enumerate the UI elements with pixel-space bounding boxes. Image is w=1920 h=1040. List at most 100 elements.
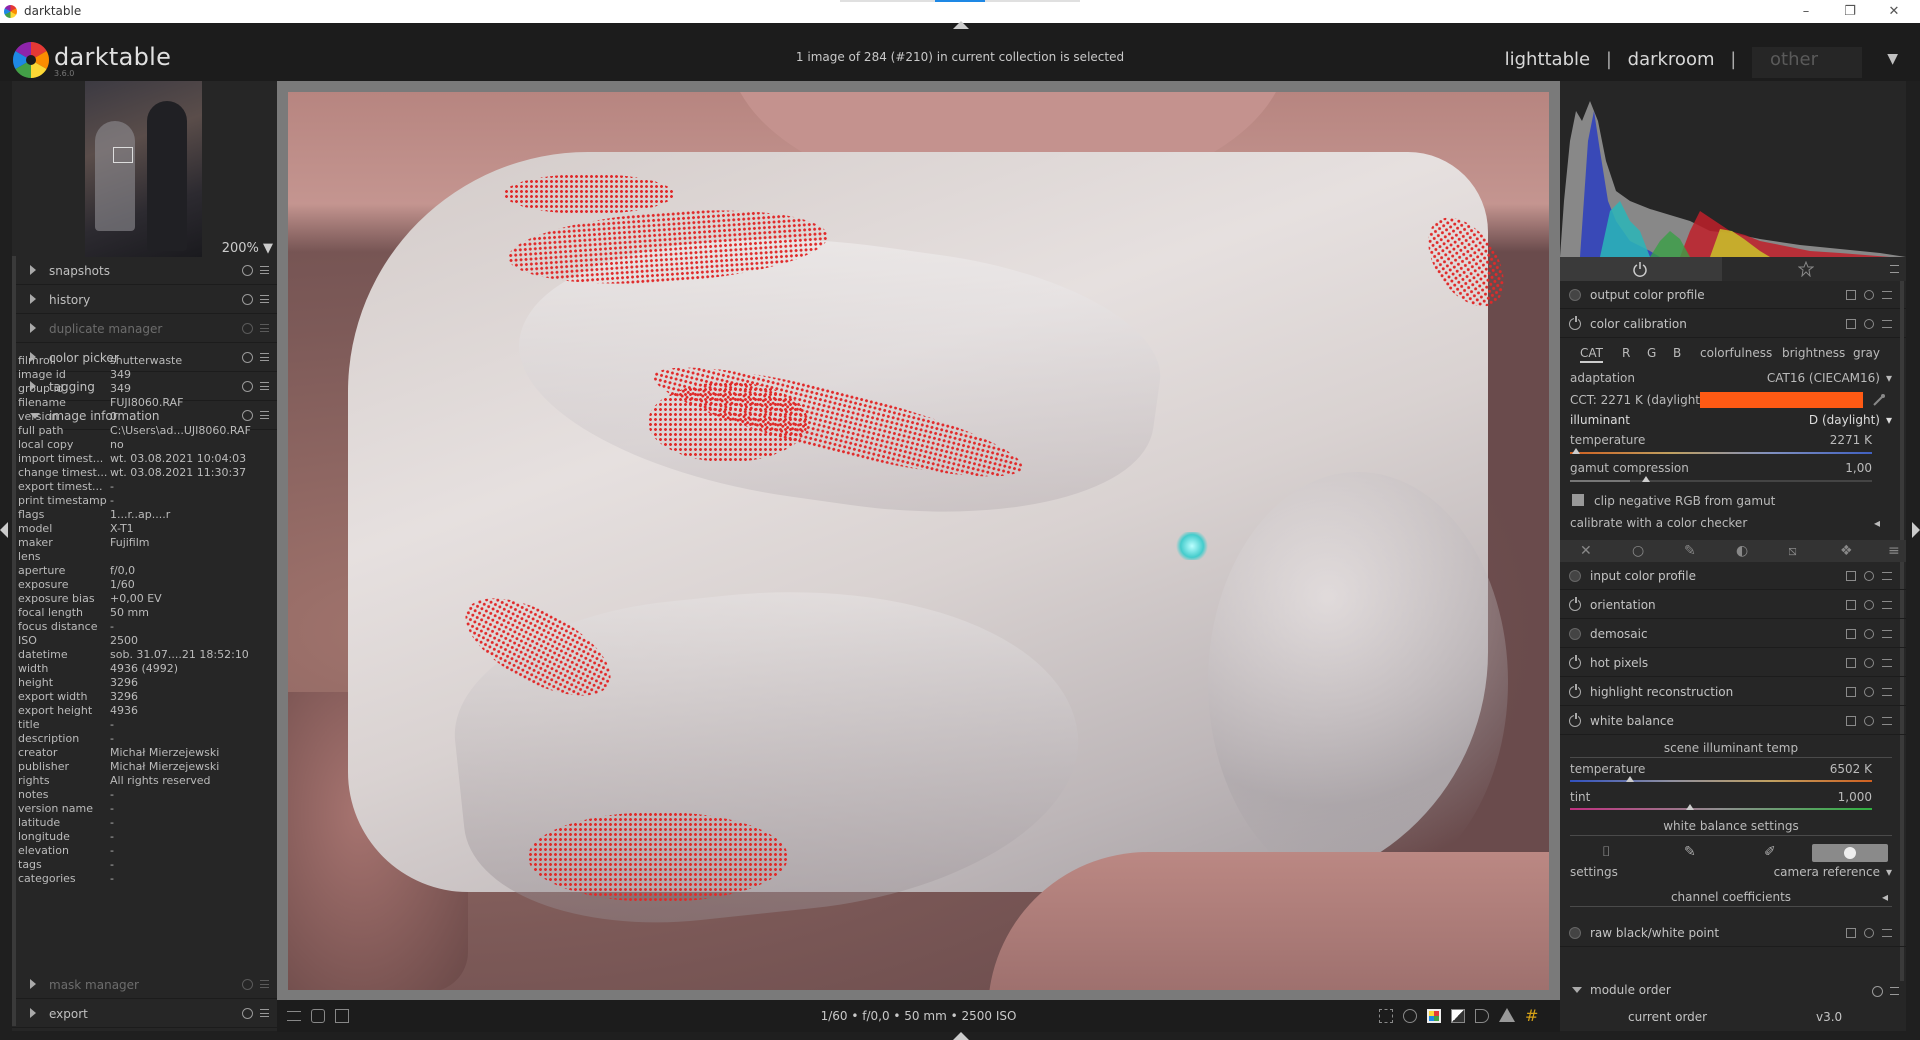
module-demosaic[interactable]: demosaic	[1560, 620, 1906, 648]
clip-negative-checkbox[interactable]	[1572, 494, 1584, 506]
reset-icon[interactable]	[1864, 716, 1874, 726]
wb-settings-row[interactable]: settings camera reference ▾	[1570, 865, 1892, 883]
reset-icon[interactable]	[1864, 658, 1874, 668]
blend-parametric-icon[interactable]: ◐	[1736, 543, 1748, 559]
gamut-compression-slider[interactable]	[1570, 476, 1872, 482]
presets-menu-icon[interactable]	[1890, 987, 1899, 995]
module-power-icon[interactable]	[1569, 289, 1581, 301]
tab-cat[interactable]: CAT	[1580, 346, 1603, 363]
module-output-color-profile[interactable]: output color profile	[1560, 281, 1906, 309]
tab-active-modules[interactable]	[1560, 257, 1722, 281]
reset-icon[interactable]	[242, 1008, 253, 1019]
multi-instance-icon[interactable]	[1846, 716, 1856, 726]
module-power-icon[interactable]	[1569, 570, 1581, 582]
presets-menu-icon[interactable]	[260, 266, 269, 274]
presets-menu-icon[interactable]	[260, 295, 269, 303]
module-history[interactable]: history	[12, 286, 277, 314]
view-lighttable[interactable]: lighttable	[1505, 49, 1590, 70]
slider-knob[interactable]	[1572, 448, 1580, 454]
module-mask-manager[interactable]: mask manager	[12, 971, 277, 999]
tab-brightness[interactable]: brightness	[1782, 346, 1845, 360]
tab-r[interactable]: R	[1622, 346, 1630, 360]
adaptation-combobox[interactable]: adaptation CAT16 (CIECAM16) ▾	[1570, 371, 1892, 389]
multi-instance-icon[interactable]	[1846, 319, 1856, 329]
presets-menu-icon[interactable]	[1890, 265, 1899, 273]
module-color-calibration[interactable]: color calibration	[1560, 310, 1906, 338]
camera-icon[interactable]: ⌷	[1602, 844, 1610, 860]
color-picker-icon[interactable]	[1872, 393, 1886, 407]
presets-menu-icon[interactable]	[1882, 929, 1892, 937]
reset-icon[interactable]	[242, 979, 253, 990]
module-export[interactable]: export	[12, 1000, 277, 1028]
presets-menu-icon[interactable]	[1882, 320, 1892, 328]
blend-uniform-icon[interactable]: ○	[1632, 543, 1644, 559]
module-duplicate-manager[interactable]: duplicate manager	[12, 315, 277, 343]
slider-knob[interactable]	[1686, 804, 1694, 810]
multi-instance-icon[interactable]	[1846, 600, 1856, 610]
module-snapshots[interactable]: snapshots	[12, 257, 277, 285]
multi-instance-icon[interactable]	[1846, 658, 1856, 668]
reset-icon[interactable]	[1864, 600, 1874, 610]
multi-instance-icon[interactable]	[1846, 571, 1856, 581]
module-white-balance[interactable]: white balance	[1560, 707, 1906, 735]
presets-menu-icon[interactable]	[1882, 601, 1892, 609]
presets-menu-icon[interactable]	[1882, 688, 1892, 696]
module-power-icon[interactable]	[1569, 597, 1581, 611]
module-hot-pixels[interactable]: hot pixels	[1560, 649, 1906, 677]
slider-knob[interactable]	[1626, 776, 1634, 782]
blend-drawn-mask-icon[interactable]: ✎	[1684, 543, 1696, 559]
reset-icon[interactable]	[1864, 290, 1874, 300]
left-panel-toggle-icon[interactable]	[0, 522, 8, 538]
tab-g[interactable]: G	[1647, 346, 1656, 360]
tab-b[interactable]: B	[1673, 346, 1681, 360]
reset-icon[interactable]	[1864, 319, 1874, 329]
module-power-icon[interactable]	[1569, 628, 1581, 640]
multi-instance-icon[interactable]	[1846, 290, 1856, 300]
top-panel-toggle-icon[interactable]	[953, 21, 969, 29]
minimize-button[interactable]: –	[1786, 2, 1826, 21]
illuminant-combobox[interactable]: illuminant D (daylight) ▾	[1570, 413, 1892, 431]
color-picker-icon[interactable]: ✎	[1684, 844, 1696, 860]
guides-icon[interactable]: #	[1525, 1006, 1538, 1025]
right-panel-toggle-icon[interactable]	[1912, 522, 1920, 538]
left-panel-scrollbar[interactable]	[12, 256, 16, 1026]
reset-icon[interactable]	[1872, 986, 1883, 997]
blend-raster-icon[interactable]: ❖	[1840, 543, 1853, 559]
bottom-panel-toggle-icon[interactable]	[953, 1032, 969, 1040]
module-power-icon[interactable]	[1569, 684, 1581, 698]
raw-overexposed-icon[interactable]	[1427, 1009, 1441, 1023]
module-raw-black-white-point[interactable]: raw black/white point	[1560, 919, 1906, 947]
module-power-icon[interactable]	[1569, 927, 1581, 939]
multi-instance-icon[interactable]	[1846, 928, 1856, 938]
presets-menu-icon[interactable]	[1882, 291, 1892, 299]
softproof-icon[interactable]	[1475, 1009, 1489, 1023]
image-preview[interactable]	[288, 92, 1549, 990]
channel-coefficients-section[interactable]: channel coefficients ◂	[1570, 890, 1892, 907]
reset-icon[interactable]	[1864, 629, 1874, 639]
presets-menu-icon[interactable]	[260, 980, 269, 988]
module-order-row[interactable]: module order	[1560, 979, 1906, 1003]
module-power-icon[interactable]	[1569, 316, 1581, 330]
presets-menu-icon[interactable]	[1882, 659, 1892, 667]
quick-access-menu-icon[interactable]	[287, 1011, 301, 1021]
navigation-viewport-box[interactable]	[113, 147, 133, 163]
slider-knob[interactable]	[1642, 476, 1650, 482]
tab-gray[interactable]: gray	[1853, 346, 1880, 360]
module-power-icon[interactable]	[1569, 713, 1581, 727]
focus-peaking-icon[interactable]	[1379, 1009, 1393, 1023]
reset-icon[interactable]	[1864, 928, 1874, 938]
presets-menu-icon[interactable]	[260, 1009, 269, 1017]
navigation-thumbnail[interactable]	[85, 81, 202, 257]
zoom-level[interactable]: 200% ▼	[222, 241, 273, 256]
tab-colorfulness[interactable]: colorfulness	[1700, 346, 1772, 360]
second-window-icon[interactable]	[335, 1009, 349, 1023]
histogram[interactable]	[1560, 81, 1906, 257]
restore-button[interactable]: ❐	[1830, 2, 1870, 21]
multi-instance-icon[interactable]	[1846, 629, 1856, 639]
styles-icon[interactable]	[311, 1009, 325, 1023]
view-darkroom[interactable]: darkroom	[1628, 49, 1715, 70]
presets-menu-icon[interactable]	[260, 324, 269, 332]
temperature-slider[interactable]	[1570, 448, 1872, 454]
wb-tint-slider[interactable]	[1570, 804, 1872, 810]
reset-icon[interactable]	[1864, 687, 1874, 697]
